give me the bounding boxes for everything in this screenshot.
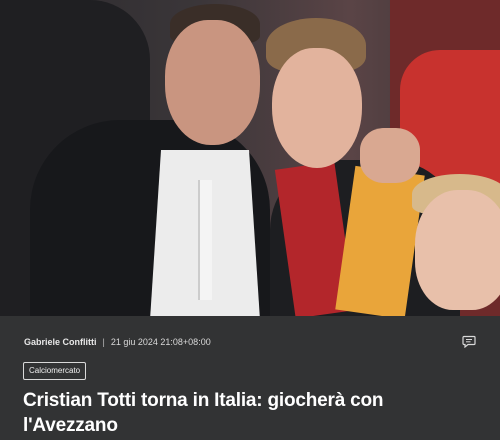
author-name[interactable]: Gabriele Conflitti [24,337,97,347]
photo-face-right [415,190,500,310]
photo-lanyard [198,180,212,300]
photo-face-man [165,20,260,145]
comment-icon[interactable] [462,335,476,349]
meta-separator: | [102,337,105,347]
photo-face-young [272,48,362,168]
article-title[interactable]: Cristian Totti torna in Italia: giocherà… [23,388,483,438]
article: Gabriele Conflitti | 21 giu 2024 21:08+0… [0,0,500,440]
publish-date: 21 giu 2024 21:08+08:00 [110,337,211,347]
category-badge[interactable]: Calciomercato [23,362,87,380]
hero-photo[interactable] [0,0,500,316]
photo-hand [360,128,420,183]
article-meta: Gabriele Conflitti | 21 giu 2024 21:08+0… [24,334,476,350]
